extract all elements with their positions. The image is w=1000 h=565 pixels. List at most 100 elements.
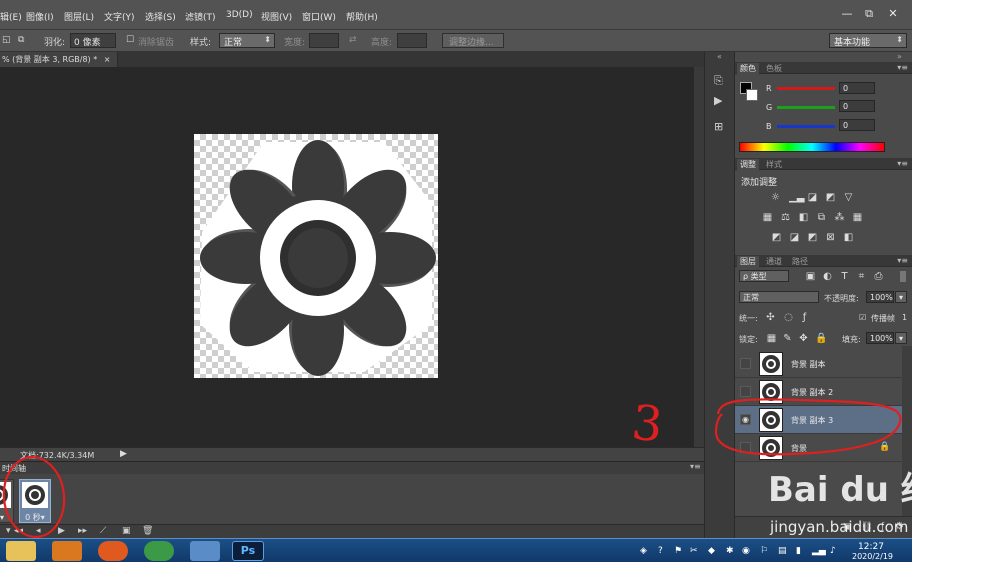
filter-adjustment-icon[interactable]: ◐ <box>822 272 833 282</box>
add-selection-icon[interactable]: ⧉ <box>18 35 24 45</box>
media-player-icon[interactable] <box>52 541 82 561</box>
exposure-icon[interactable]: ◩ <box>825 193 836 203</box>
tab-paths[interactable]: 路径 <box>789 256 811 267</box>
vibrance-icon[interactable]: ▽ <box>843 193 854 203</box>
delete-frame-icon[interactable]: 🗑 <box>142 526 153 536</box>
tray-battery-icon[interactable]: ▮ <box>796 546 801 556</box>
filter-type-icon[interactable]: T <box>839 272 850 282</box>
antialias-checkbox[interactable]: ☐ <box>126 35 134 45</box>
layer-name[interactable]: 背景 副本 2 <box>791 387 833 398</box>
menu-filter[interactable]: 滤镜(T) <box>185 10 216 23</box>
tab-layers[interactable]: 图层 <box>737 256 759 267</box>
menu-image[interactable]: 图像(I) <box>26 10 54 23</box>
document-canvas[interactable] <box>194 134 438 378</box>
layer-name[interactable]: 背景 副本 <box>791 359 826 370</box>
tray-bluetooth-icon[interactable]: ✱ <box>726 546 734 556</box>
lock-pixels-icon[interactable]: ✎ <box>782 334 793 344</box>
canvas-area[interactable] <box>0 67 694 447</box>
fill-input[interactable]: 100% <box>866 332 894 344</box>
prev-frame-icon[interactable]: ◂ <box>36 526 41 536</box>
tray-help-icon[interactable]: ? <box>658 546 663 556</box>
gradient-map-icon[interactable]: ⊠ <box>825 233 836 243</box>
tween-icon[interactable]: ⟋ <box>100 526 106 536</box>
color-panel-menu-icon[interactable]: ▾≡ <box>897 63 908 72</box>
tray-signal-icon[interactable]: ▂▄ <box>812 546 826 556</box>
new-frame-icon[interactable]: ▣ <box>122 526 131 536</box>
hue-saturation-icon[interactable]: ▦ <box>762 213 773 223</box>
firefox-icon[interactable] <box>98 541 128 561</box>
unify-visibility-icon[interactable]: ◌ <box>783 313 794 323</box>
tray-cut-icon[interactable]: ✂ <box>690 546 698 556</box>
levels-icon[interactable]: ▁▃ <box>789 193 804 203</box>
layer-visibility-toggle[interactable] <box>740 442 751 453</box>
properties-icon[interactable]: ⊞ <box>714 120 723 133</box>
layers-panel-menu-icon[interactable]: ▾≡ <box>897 256 908 265</box>
eye-icon[interactable]: ◉ <box>740 414 751 425</box>
photoshop-taskbar-button[interactable]: Ps <box>232 541 264 561</box>
adjustments-panel-menu-icon[interactable]: ▾≡ <box>897 159 908 168</box>
play-icon[interactable]: ▶ <box>58 526 65 536</box>
tray-app-icon[interactable]: ◆ <box>708 546 715 556</box>
red-value-input[interactable]: 0 <box>839 82 875 94</box>
color-lookup-icon[interactable]: ▦ <box>852 213 863 223</box>
opacity-input[interactable]: 100% <box>866 291 894 303</box>
brightness-icon[interactable]: ☼ <box>770 193 781 203</box>
tab-color[interactable]: 颜色 <box>737 63 759 74</box>
filter-toggle[interactable] <box>900 271 906 282</box>
layer-row[interactable]: 背景 🔒 <box>735 434 902 462</box>
style-select[interactable]: 正常 <box>219 33 275 48</box>
fx-icon[interactable]: ƒ <box>881 522 884 532</box>
filter-shape-icon[interactable]: ⌗ <box>856 272 867 282</box>
next-frame-icon[interactable]: ▸▸ <box>78 526 87 536</box>
minimize-button[interactable]: — <box>836 6 858 22</box>
tray-notify-icon[interactable]: ⚑ <box>674 546 682 556</box>
frame-delay[interactable]: 秒▾ <box>0 512 13 523</box>
color-spectrum-bar[interactable] <box>739 142 885 152</box>
filter-pixel-icon[interactable]: ▣ <box>805 272 816 282</box>
document-tab[interactable]: % (背景 副本 3, RGB/8) * × <box>0 52 118 67</box>
tray-security-icon[interactable]: ◉ <box>742 546 750 556</box>
timeline-menu-icon[interactable]: ▾≡ <box>690 462 701 471</box>
close-button[interactable]: ✕ <box>882 6 904 22</box>
layer-visibility-toggle[interactable] <box>740 386 751 397</box>
collapse-arrows-icon[interactable]: « <box>717 52 722 61</box>
tray-volume-icon[interactable]: ♪ <box>830 546 836 556</box>
threshold-icon[interactable]: ◩ <box>807 233 818 243</box>
photo-filter-icon[interactable]: ⧉ <box>816 213 827 223</box>
red-slider[interactable] <box>777 87 835 90</box>
lock-position-icon[interactable]: ✥ <box>798 334 809 344</box>
filter-smart-icon[interactable]: ⎙ <box>873 272 884 282</box>
posterize-icon[interactable]: ◪ <box>789 233 800 243</box>
channel-mixer-icon[interactable]: ⁂ <box>834 213 845 223</box>
menu-edit[interactable]: 辑(E) <box>0 10 22 23</box>
curves-icon[interactable]: ◪ <box>807 193 818 203</box>
unify-style-icon[interactable]: ƒ <box>799 313 810 323</box>
refine-edge-button[interactable]: 调整边缘... <box>442 33 504 48</box>
tray-network-icon[interactable]: ▤ <box>778 546 787 556</box>
green-slider[interactable] <box>777 106 835 109</box>
lock-transparency-icon[interactable]: ▦ <box>766 334 777 344</box>
layer-name[interactable]: 背景 副本 3 <box>791 415 833 426</box>
blue-value-input[interactable]: 0 <box>839 119 875 131</box>
history-icon[interactable]: ⎘ <box>714 74 723 88</box>
propagate-checkbox[interactable]: ☑ <box>859 313 866 322</box>
opacity-dropdown[interactable]: ▾ <box>895 291 907 303</box>
selective-color-icon[interactable]: ◧ <box>843 233 854 243</box>
layer-row[interactable]: 背景 副本 2 <box>735 378 902 406</box>
timeline-frame[interactable]: 秒▾ <box>0 479 14 523</box>
layer-filter-select[interactable]: ρ 类型 <box>739 270 789 282</box>
menu-view[interactable]: 视图(V) <box>261 10 292 23</box>
menu-layer[interactable]: 图层(L) <box>64 10 94 23</box>
fill-dropdown[interactable]: ▾ <box>895 332 907 344</box>
loop-select-icon[interactable]: ▾ <box>6 526 11 536</box>
invert-icon[interactable]: ◩ <box>771 233 782 243</box>
new-layer-icon[interactable]: ▣ <box>843 522 852 532</box>
layer-name[interactable]: 背景 <box>791 443 807 454</box>
layer-row[interactable]: 背景 副本 <box>735 350 902 378</box>
color-balance-icon[interactable]: ⚖ <box>780 213 791 223</box>
file-explorer-icon[interactable] <box>6 541 36 561</box>
restore-button[interactable]: ⧉ <box>858 6 880 22</box>
blend-mode-select[interactable]: 正常 <box>739 291 819 303</box>
settings-gear-icon[interactable]: ⚙ <box>895 521 904 532</box>
width-input[interactable] <box>309 33 339 48</box>
